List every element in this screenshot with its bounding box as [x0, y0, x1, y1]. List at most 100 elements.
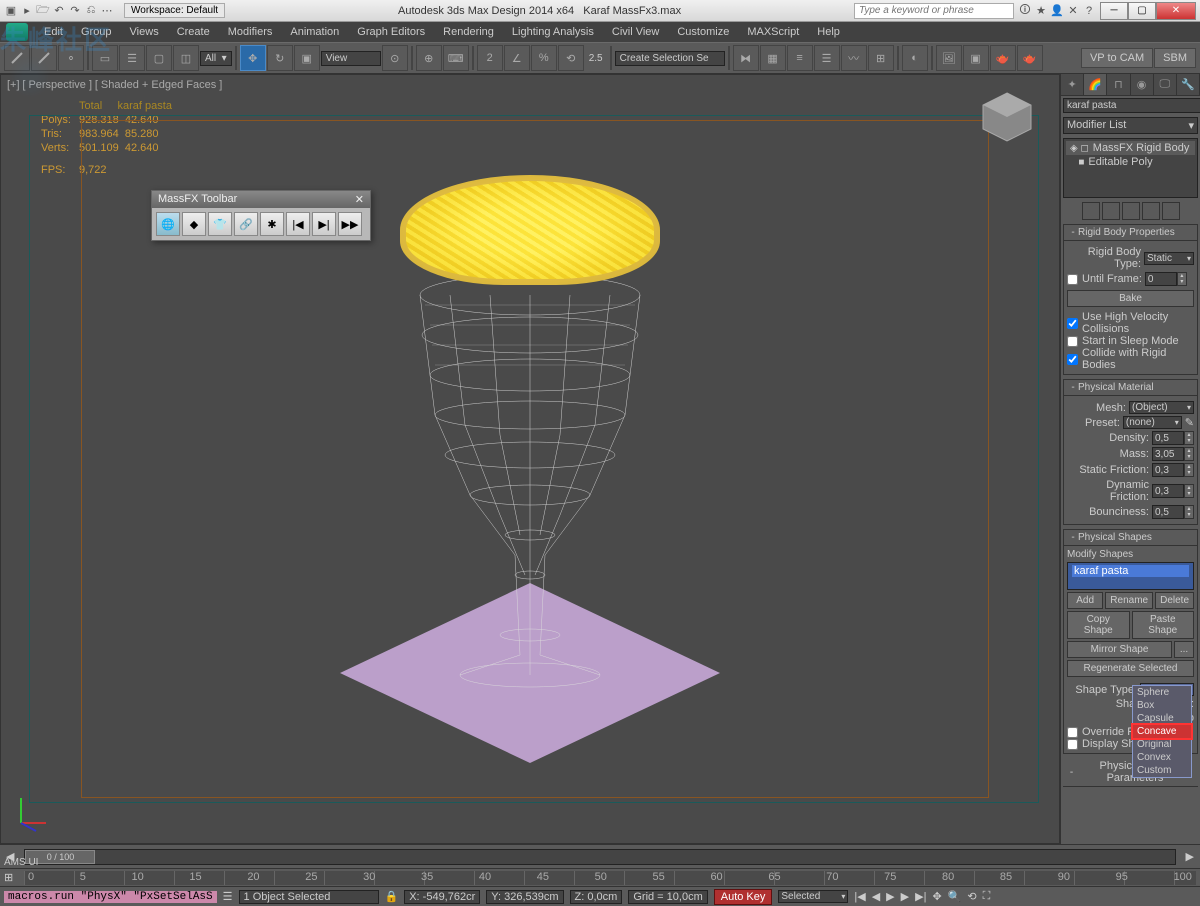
motion-tab-icon[interactable]: ◉ — [1131, 74, 1154, 95]
coord-z[interactable]: Z: 0,0cm — [570, 890, 623, 904]
massfx-constraint-icon[interactable]: 🔗 — [234, 212, 258, 236]
snap-percent-icon[interactable]: % — [531, 45, 557, 71]
modifier-epoly[interactable]: ■ Editable Poly — [1066, 155, 1195, 169]
play-start-icon[interactable]: |◀ — [854, 890, 865, 903]
mirror-icon[interactable]: ⧓ — [733, 45, 759, 71]
modifier-stack[interactable]: ◈ ◻ MassFX Rigid Body ■ Editable Poly — [1063, 138, 1198, 198]
menu-customize[interactable]: Customize — [669, 24, 737, 40]
create-tab-icon[interactable]: ✦ — [1061, 74, 1084, 95]
more-icon[interactable]: ⋯ — [100, 4, 114, 18]
collide-check[interactable] — [1067, 354, 1078, 365]
configure-icon[interactable] — [1162, 202, 1180, 220]
ref-coord-dropdown[interactable]: View — [321, 51, 381, 66]
vp-to-cam-button[interactable]: VP to CAM — [1081, 48, 1153, 68]
massfx-step-icon[interactable]: ▶▶ — [338, 212, 362, 236]
snap-2d-icon[interactable]: 2 — [477, 45, 503, 71]
select-name-icon[interactable]: ☰ — [119, 45, 145, 71]
preset-dropdown[interactable]: (none) — [1123, 416, 1182, 429]
shape-option-custom[interactable]: Custom — [1133, 764, 1191, 777]
spinner-snap-icon[interactable]: ⟲ — [558, 45, 584, 71]
viewcube[interactable] — [975, 85, 1039, 149]
dfric-input[interactable] — [1152, 484, 1184, 498]
select-move-icon[interactable]: ✥ — [240, 45, 266, 71]
menu-create[interactable]: Create — [169, 24, 218, 40]
shapes-listbox[interactable]: karaf pasta — [1067, 562, 1194, 590]
massfx-titlebar[interactable]: MassFX Toolbar ✕ — [152, 191, 370, 208]
select-object-icon[interactable]: ▭ — [92, 45, 118, 71]
help-icon[interactable]: ? — [1082, 4, 1096, 18]
prompt-icon[interactable]: ☰ — [223, 890, 233, 903]
hierarchy-tab-icon[interactable]: ⊓ — [1107, 74, 1130, 95]
nav-max-icon[interactable]: ⛶ — [983, 890, 991, 903]
render-setup-icon[interactable]: 🖼 — [936, 45, 962, 71]
maximize-button[interactable]: ▢ — [1128, 2, 1156, 20]
sfric-input[interactable] — [1152, 463, 1184, 477]
massfx-world-icon[interactable]: 🌐 — [156, 212, 180, 236]
nav-zoom-icon[interactable]: 🔍 — [948, 890, 962, 903]
hivelocity-check[interactable] — [1067, 318, 1078, 329]
bounce-input[interactable] — [1152, 505, 1184, 519]
shape-option-original[interactable]: Original — [1133, 738, 1191, 751]
star-icon[interactable]: ★ — [1034, 4, 1048, 18]
menu-lighting[interactable]: Lighting Analysis — [504, 24, 602, 40]
massfx-dynamic-icon[interactable]: ◆ — [182, 212, 206, 236]
nav-pan-icon[interactable]: ✥ — [932, 890, 941, 903]
mirror-shape-button[interactable]: Mirror Shape — [1067, 641, 1172, 658]
shape-item[interactable]: karaf pasta — [1072, 565, 1189, 577]
show-end-icon[interactable] — [1102, 202, 1120, 220]
pivot-icon[interactable]: ⊙ — [382, 45, 408, 71]
until-frame-check[interactable] — [1067, 274, 1078, 285]
pin-stack-icon[interactable] — [1082, 202, 1100, 220]
align-icon[interactable]: ▦ — [760, 45, 786, 71]
material-editor-icon[interactable]: ◐ — [902, 45, 928, 71]
schematic-icon[interactable]: ⊞ — [868, 45, 894, 71]
trackbar-key-icon[interactable]: ⊞ — [4, 871, 24, 884]
paste-shape-button[interactable]: Paste Shape — [1132, 611, 1195, 639]
keyboard-shortcut-icon[interactable]: ⌨ — [443, 45, 469, 71]
render-preset-icon[interactable]: 🫖 — [1017, 45, 1043, 71]
shape-type-dropdown-list[interactable]: Sphere Box Capsule Concave Original Conv… — [1132, 685, 1192, 778]
app-logo-icon[interactable] — [6, 23, 28, 41]
render-frame-icon[interactable]: ▣ — [963, 45, 989, 71]
modifier-list-dropdown[interactable]: Modifier List▾ — [1063, 117, 1198, 134]
rollout-physshapes-header[interactable]: Physical Shapes — [1064, 530, 1197, 546]
mirror-options-button[interactable]: ... — [1174, 641, 1194, 658]
menu-group[interactable]: Group — [73, 24, 120, 40]
massfx-ragdoll-icon[interactable]: ✱ — [260, 212, 284, 236]
play-next-icon[interactable]: ▶ — [901, 890, 909, 903]
viewport[interactable]: [+] [ Perspective ] [ Shaded + Edged Fac… — [0, 74, 1060, 844]
autokey-button[interactable]: Auto Key — [714, 889, 773, 905]
select-region-icon[interactable]: ▢ — [146, 45, 172, 71]
play-icon[interactable]: ▶ — [886, 890, 894, 903]
bind-icon[interactable]: ⚬ — [58, 45, 84, 71]
sbm-button[interactable]: SBM — [1154, 48, 1196, 68]
regenerate-button[interactable]: Regenerate Selected — [1067, 660, 1194, 677]
window-crossing-icon[interactable]: ◫ — [173, 45, 199, 71]
shape-option-concave[interactable]: Concave — [1133, 725, 1191, 738]
open-icon[interactable]: 🗁 — [36, 4, 50, 18]
save-icon[interactable]: ↶ — [52, 4, 66, 18]
mesh-dropdown[interactable]: (Object) — [1129, 401, 1194, 414]
menu-help[interactable]: Help — [809, 24, 848, 40]
layers-icon[interactable]: ≡ — [787, 45, 813, 71]
app-icon[interactable]: ▣ — [4, 4, 18, 18]
coord-y[interactable]: Y: 326,539cm — [486, 890, 563, 904]
override-check[interactable] — [1067, 727, 1078, 738]
preset-pick-icon[interactable]: ✎ — [1185, 416, 1194, 429]
undo-icon[interactable]: ↷ — [68, 4, 82, 18]
coord-x[interactable]: X: -549,762cr — [404, 890, 480, 904]
time-slider[interactable]: 0 / 100 — [24, 849, 1175, 865]
minimize-button[interactable]: ─ — [1100, 2, 1128, 20]
display-shape-check[interactable] — [1067, 739, 1078, 750]
density-input[interactable] — [1152, 431, 1184, 445]
shape-option-convex[interactable]: Convex — [1133, 751, 1191, 764]
modifier-massfx[interactable]: ◈ ◻ MassFX Rigid Body — [1066, 141, 1195, 155]
menu-rendering[interactable]: Rendering — [435, 24, 502, 40]
signin-icon[interactable]: 👤 — [1050, 4, 1064, 18]
menu-maxscript[interactable]: MAXScript — [739, 24, 807, 40]
menu-edit[interactable]: Edit — [36, 24, 71, 40]
redo-icon[interactable]: ⎌ — [84, 4, 98, 18]
massfx-toolbar-window[interactable]: MassFX Toolbar ✕ 🌐 ◆ 👕 🔗 ✱ |◀ ▶| ▶▶ — [151, 190, 371, 241]
nav-orbit-icon[interactable]: ⟲ — [967, 890, 976, 903]
mass-input[interactable] — [1152, 447, 1184, 461]
